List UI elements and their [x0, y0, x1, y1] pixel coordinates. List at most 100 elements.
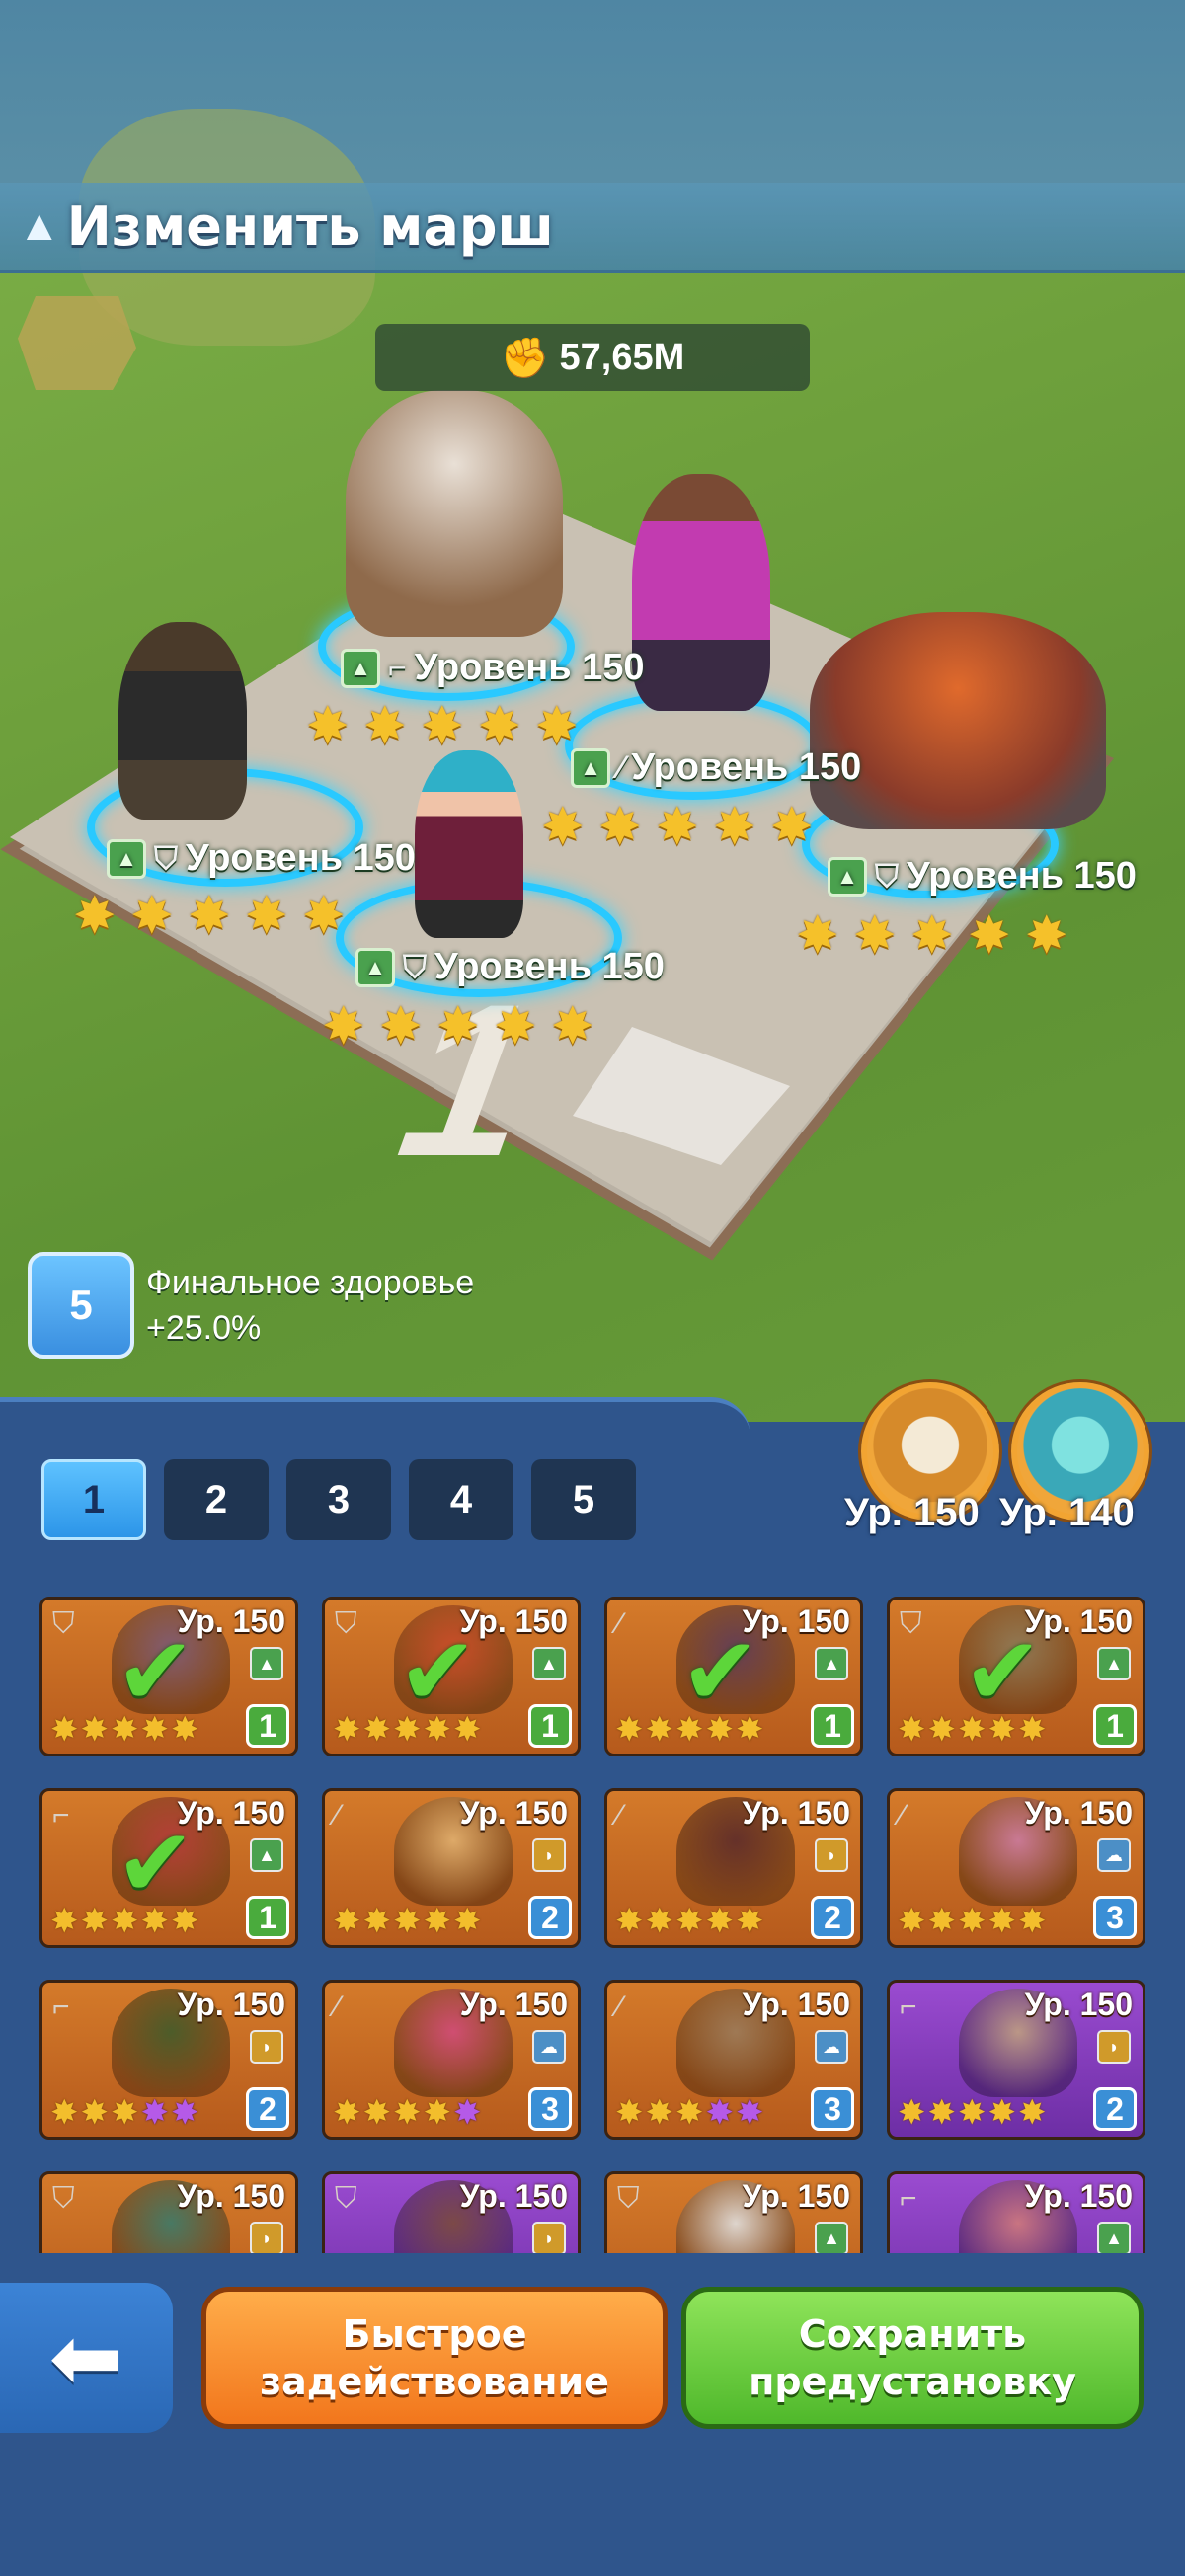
- hero-stars: ✸ ✸ ✸ ✸ ✸: [50, 2095, 199, 2131]
- purple-star-icon: ✸: [140, 2094, 170, 2132]
- hero-card[interactable]: ⁄ Ур. 150 ☁ ✸ ✸ ✸ ✸ ✸ 3: [887, 1788, 1146, 1948]
- star-icon: ✸: [50, 1903, 79, 1940]
- team-number-badge: 2: [1093, 2087, 1137, 2131]
- tab-preset-5[interactable]: 5: [531, 1459, 636, 1540]
- hero-figure-brute[interactable]: [810, 612, 1106, 829]
- unit-level-text: Уровень 150: [186, 837, 416, 879]
- hero-card[interactable]: ⌐ Ур. 150 ▲ ✸ ✸ ✸ ✸ ✸ 1 ✔: [40, 1788, 298, 1948]
- unit-level-label: ▲ ⛉ Уровень 150: [356, 946, 665, 988]
- star-icon: ✸: [494, 998, 537, 1055]
- star-icon: ✸: [736, 1903, 764, 1940]
- team-number-badge: 3: [528, 2087, 572, 2131]
- star-icon: ✸: [322, 998, 365, 1055]
- team-number-badge: 3: [811, 2087, 854, 2131]
- unit-stars: ✸ ✸ ✸ ✸ ✸: [306, 701, 587, 752]
- buff-icon-number: 5: [69, 1282, 93, 1328]
- unit-stars: ✸ ✸ ✸ ✸ ✸: [73, 891, 354, 942]
- hero-card[interactable]: ⛉Ур. 150▲✸✸✸✸✸: [604, 2171, 863, 2253]
- hero-card[interactable]: ⌐ Ур. 150 ◗ ✸ ✸ ✸ ✸ ✸ 2: [887, 1980, 1146, 2140]
- hero-level: Ур. 150: [459, 2178, 568, 2214]
- team-number-badge: 2: [811, 1896, 854, 1939]
- star-icon: ✸: [393, 1903, 422, 1940]
- hero-card[interactable]: ⁄ Ур. 150 ◗ ✸ ✸ ✸ ✸ ✸ 2: [604, 1788, 863, 1948]
- hero-figure-suit[interactable]: [632, 474, 770, 711]
- star-icon: ✸: [245, 888, 288, 945]
- final-health-buff[interactable]: 5 Финальное здоровье +25.0%: [28, 1252, 474, 1359]
- star-icon: ✸: [927, 1903, 957, 1940]
- hero-figure-gunner[interactable]: [118, 622, 247, 820]
- mountain-icon: ▲: [571, 747, 610, 788]
- star-icon: ✸: [436, 998, 480, 1055]
- pistol-icon: ⌐: [900, 1991, 917, 2023]
- background-rock: [18, 296, 136, 390]
- hero-level: Ур. 150: [177, 1987, 285, 2022]
- hero-card[interactable]: ⛉Ур. 150◗✸✸✸✸✸: [322, 2171, 581, 2253]
- star-icon: ✸: [421, 698, 464, 755]
- hero-level: Ур. 150: [177, 2178, 285, 2214]
- mountain-terrain-icon: ▲: [815, 2222, 848, 2253]
- hero-level: Ур. 150: [742, 1987, 850, 2022]
- hero-card[interactable]: ⛉ Ур. 150 ▲ ✸ ✸ ✸ ✸ ✸ 1 ✔: [40, 1597, 298, 1756]
- unit-level-text: Уровень 150: [631, 746, 862, 788]
- hero-level: Ур. 150: [742, 2178, 850, 2214]
- tab-preset-3[interactable]: 3: [286, 1459, 391, 1540]
- save-preset-button[interactable]: Сохранить предустановку: [681, 2287, 1144, 2429]
- desert-terrain-icon: ◗: [250, 2030, 283, 2064]
- star-icon: ✸: [910, 907, 954, 965]
- hero-card[interactable]: ⁄ Ур. 150 ▲ ✸ ✸ ✸ ✸ ✸ 1 ✔: [604, 1597, 863, 1756]
- mountain-terrain-icon: ▲: [250, 1647, 283, 1680]
- tab-preset-4[interactable]: 4: [409, 1459, 514, 1540]
- mountain-terrain-icon: ▲: [815, 1647, 848, 1680]
- star-icon: ✸: [645, 1903, 674, 1940]
- star-icon: ✸: [1018, 1903, 1047, 1940]
- power-display: ✊ 57,65M: [375, 324, 810, 391]
- checkmark-icon: ✔: [398, 1619, 478, 1725]
- hero-card[interactable]: ⁄ Ур. 150 ☁ ✸ ✸ ✸ ✸ ✸ 3: [322, 1980, 581, 2140]
- unit-level-label: ▲ ⛉ Уровень 150: [107, 837, 416, 880]
- hero-figure-girl[interactable]: [415, 750, 523, 938]
- star-icon: ✸: [535, 698, 579, 755]
- tab-preset-1[interactable]: 1: [41, 1459, 146, 1540]
- panel-tab-strip: [0, 1397, 750, 1466]
- back-button[interactable]: ⬅: [0, 2283, 173, 2433]
- star-icon: ✸: [80, 2094, 110, 2132]
- quick-deploy-button[interactable]: Быстрое задействование: [201, 2287, 668, 2429]
- mountain-icon: ▲: [356, 947, 395, 987]
- rifle-icon: ⁄: [618, 749, 624, 785]
- shield-icon: ⛉: [52, 2182, 75, 2215]
- tab-preset-2[interactable]: 2: [164, 1459, 269, 1540]
- star-icon: ✸: [423, 1903, 452, 1940]
- star-icon: ✸: [675, 1903, 704, 1940]
- star-icon: ✸: [1018, 2094, 1047, 2132]
- rifle-icon: ⁄: [617, 1799, 623, 1832]
- rifle-icon: ⁄: [335, 1991, 341, 2023]
- power-value: 57,65M: [559, 336, 685, 378]
- hero-card[interactable]: ⌐Ур. 150▲✸✸✸✸✸: [887, 2171, 1146, 2253]
- hero-card[interactable]: ⌐ Ур. 150 ◗ ✸ ✸ ✸ ✸ ✸ 2: [40, 1980, 298, 2140]
- hero-card[interactable]: ⁄ Ур. 150 ◗ ✸ ✸ ✸ ✸ ✸ 2: [322, 1788, 581, 1948]
- desert-terrain-icon: ◗: [250, 2222, 283, 2253]
- star-icon: ✸: [615, 2094, 644, 2132]
- team-number-badge: 1: [246, 1704, 289, 1748]
- header-bar: ▲ Изменить марш: [0, 183, 1185, 273]
- hero-card[interactable]: ⛉ Ур. 150 ▲ ✸ ✸ ✸ ✸ ✸ 1 ✔: [887, 1597, 1146, 1756]
- shield-icon: ⛉: [335, 1607, 357, 1640]
- checkmark-icon: ✔: [680, 1619, 760, 1725]
- hero-card[interactable]: ⛉Ур. 150◗✸✸✸✸✸: [40, 2171, 298, 2253]
- team-number-badge: 2: [246, 2087, 289, 2131]
- team-number-badge: 2: [528, 1896, 572, 1939]
- star-icon: ✸: [393, 2094, 422, 2132]
- hero-card[interactable]: ⁄ Ур. 150 ☁ ✸ ✸ ✸ ✸ ✸ 3: [604, 1980, 863, 2140]
- star-icon: ✸: [988, 1903, 1017, 1940]
- hero-figure-shaman[interactable]: [346, 390, 563, 637]
- mountain-icon: ▲: [828, 856, 867, 897]
- hero-stars: ✸ ✸ ✸ ✸ ✸: [615, 2095, 764, 2131]
- mountain-terrain-icon: ▲: [250, 1838, 283, 1872]
- team-number-badge: 1: [1093, 1704, 1137, 1748]
- star-icon: ✸: [363, 698, 407, 755]
- hero-stars: ✸ ✸ ✸ ✸ ✸: [898, 2095, 1047, 2131]
- arrow-left-icon: ⬅: [48, 2308, 124, 2408]
- hero-level: Ур. 150: [1024, 2178, 1133, 2214]
- hero-card[interactable]: ⛉ Ур. 150 ▲ ✸ ✸ ✸ ✸ ✸ 1 ✔: [322, 1597, 581, 1756]
- cloud-terrain-icon: ☁: [815, 2030, 848, 2064]
